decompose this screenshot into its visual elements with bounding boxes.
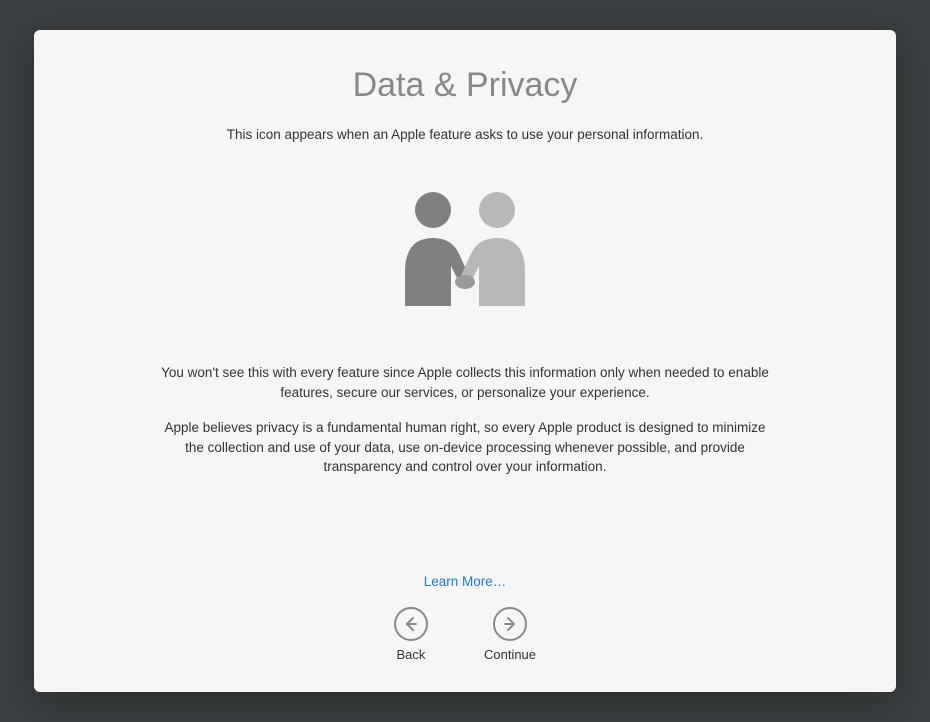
arrow-left-icon — [394, 607, 428, 641]
privacy-handshake-icon — [385, 186, 545, 311]
setup-assistant-window: Data & Privacy This icon appears when an… — [34, 30, 896, 692]
back-label: Back — [397, 647, 426, 662]
continue-label: Continue — [484, 647, 536, 662]
learn-more-link[interactable]: Learn More… — [424, 574, 507, 589]
navigation-row: Back Continue — [394, 607, 536, 662]
page-title: Data & Privacy — [353, 66, 578, 105]
arrow-right-icon — [493, 607, 527, 641]
description-paragraph-2: Apple believes privacy is a fundamental … — [155, 418, 775, 477]
back-button[interactable]: Back — [394, 607, 428, 662]
intro-text: This icon appears when an Apple feature … — [227, 127, 704, 142]
description-paragraph-1: You won't see this with every feature si… — [155, 363, 775, 402]
continue-button[interactable]: Continue — [484, 607, 536, 662]
